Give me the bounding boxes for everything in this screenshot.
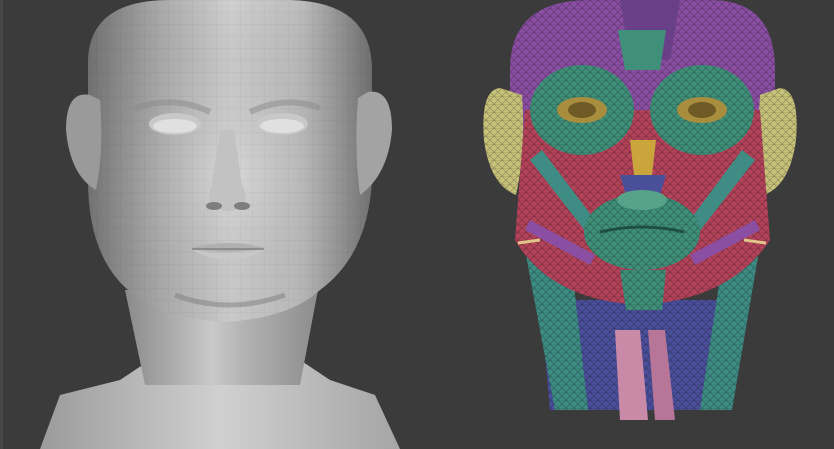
base-head-mesh-render: [40, 0, 400, 449]
facial-muscle-anatomy-mesh[interactable]: [470, 0, 834, 449]
3d-viewport[interactable]: [0, 0, 834, 449]
facial-muscle-anatomy-render: [483, 0, 797, 420]
base-head-mesh[interactable]: [0, 0, 430, 449]
